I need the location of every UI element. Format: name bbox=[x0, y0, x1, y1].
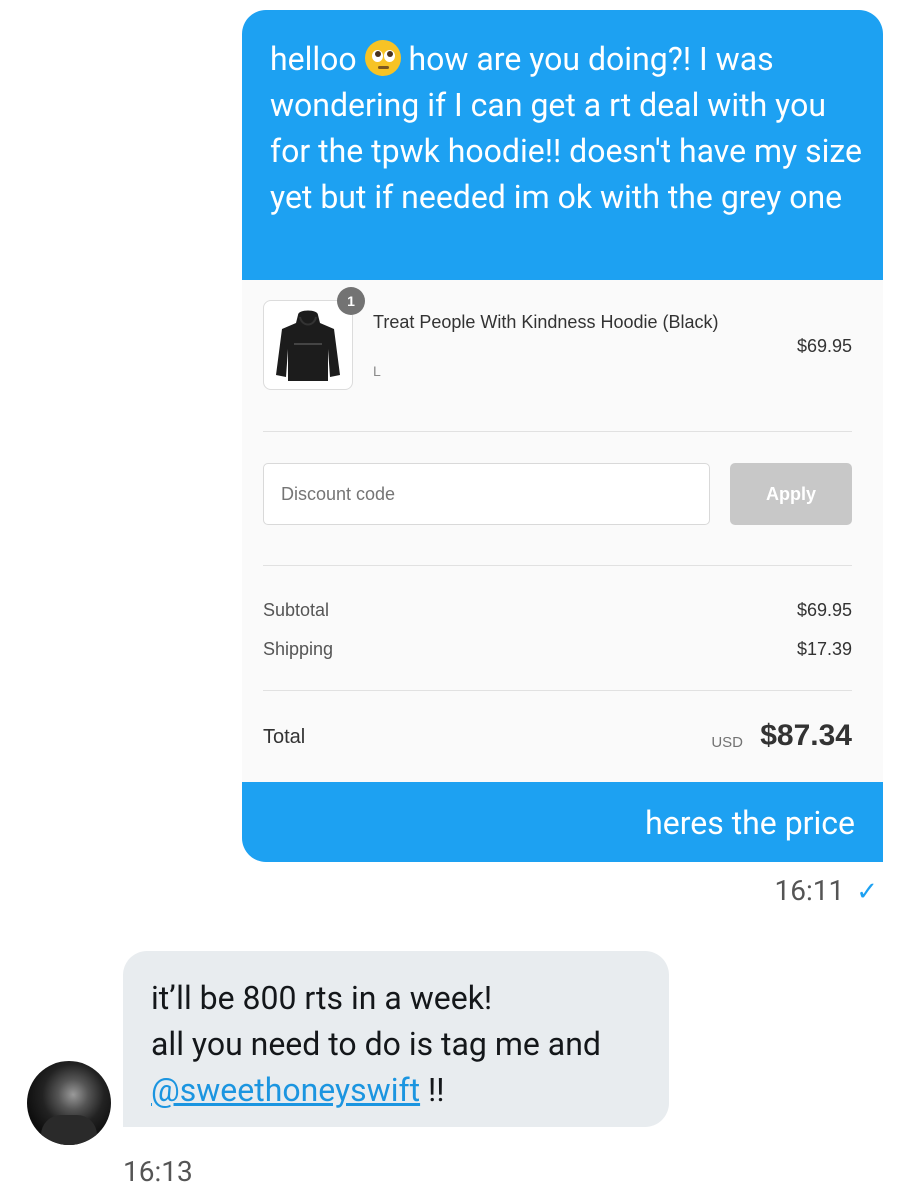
incoming-message-text: it’ll be 800 rts in a week! all you need… bbox=[151, 979, 601, 1109]
total-currency: USD bbox=[711, 734, 743, 751]
outgoing-timestamp: 16:11 bbox=[774, 874, 845, 907]
apply-button[interactable]: Apply bbox=[730, 463, 852, 525]
sender-avatar[interactable] bbox=[27, 1061, 111, 1145]
outgoing-message-bubble[interactable]: helloo how are you doing?! I was wonderi… bbox=[242, 10, 883, 862]
subtotal-label: Subtotal bbox=[263, 600, 330, 620]
image-caption: heres the price bbox=[645, 804, 855, 842]
order-summary-image[interactable]: 1 Treat People With Kindness Hoodie (Bla… bbox=[242, 280, 883, 782]
incoming-timestamp: 16:13 bbox=[123, 1155, 193, 1188]
subtotal-value: $69.95 bbox=[796, 600, 852, 620]
mention-link[interactable]: @sweethoneyswift bbox=[151, 1071, 420, 1109]
total-label: Total bbox=[263, 726, 306, 748]
shipping-value: $17.39 bbox=[796, 639, 852, 659]
outgoing-message-meta: 16:11 ✓ bbox=[774, 874, 878, 907]
product-price: $69.95 bbox=[796, 336, 852, 356]
incoming-message-bubble[interactable]: it’ll be 800 rts in a week! all you need… bbox=[123, 951, 669, 1127]
divider bbox=[263, 690, 852, 691]
divider bbox=[263, 565, 852, 566]
outgoing-message-text: helloo how are you doing?! I was wonderi… bbox=[270, 40, 863, 216]
shipping-label: Shipping bbox=[263, 639, 334, 659]
hoodie-thumbnail bbox=[263, 300, 353, 390]
product-name: Treat People With Kindness Hoodie (Black… bbox=[373, 312, 719, 332]
rolling-eyes-emoji-icon bbox=[364, 40, 401, 76]
discount-code-input[interactable] bbox=[263, 463, 710, 525]
product-variant: L bbox=[373, 363, 381, 379]
total-value: $87.34 bbox=[760, 719, 852, 752]
read-receipt-check-icon: ✓ bbox=[856, 877, 878, 907]
divider bbox=[263, 431, 852, 432]
hoodie-icon bbox=[276, 310, 340, 381]
quantity-badge: 1 bbox=[337, 287, 365, 315]
